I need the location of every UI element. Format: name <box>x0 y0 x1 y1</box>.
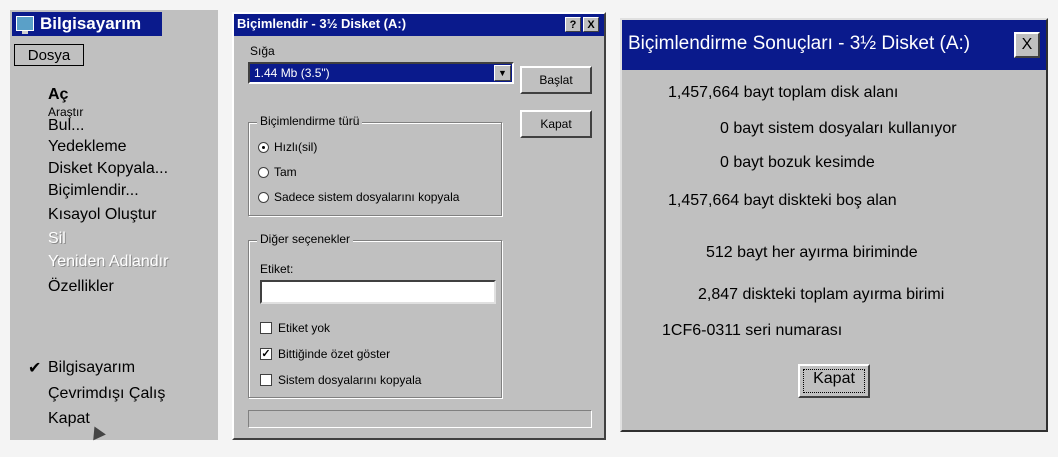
result-system-files: 0 bayt sistem dosyaları kullanıyor <box>720 120 957 137</box>
menu-item-ozellikler[interactable]: Özellikler <box>48 278 114 296</box>
help-button[interactable]: ? <box>565 17 581 32</box>
dialog-title-bar: Biçimlendir - 3½ Disket (A:) ? X <box>234 14 604 36</box>
menu-item-disket-kopyala[interactable]: Disket Kopyala... <box>48 160 168 178</box>
result-free-space: 1,457,664 bayt diskteki boş alan <box>668 192 897 209</box>
checkbox-copy-system[interactable] <box>260 374 272 386</box>
window-title-bar: Bilgisayarım <box>12 12 162 36</box>
menu-item-bilgisayarim[interactable]: Bilgisayarım <box>48 359 135 377</box>
dosya-menu-panel: Bilgisayarım Dosya Aç Araştır Bul... Yed… <box>10 10 218 441</box>
format-type-group-label: Biçimlendirme türü <box>257 114 363 128</box>
title-close-button[interactable]: X <box>583 17 599 32</box>
menu-item-kapat[interactable]: Kapat <box>48 410 90 428</box>
menu-item-bicimlendir[interactable]: Biçimlendir... <box>48 182 139 200</box>
label-input[interactable] <box>260 280 496 304</box>
results-title: Biçimlendirme Sonuçları - 3½ Disket (A:) <box>628 33 971 54</box>
results-title-bar: Biçimlendirme Sonuçları - 3½ Disket (A:)… <box>622 20 1046 70</box>
capacity-value: 1.44 Mb (3.5") <box>254 66 330 80</box>
capacity-dropdown[interactable]: 1.44 Mb (3.5") ▼ <box>248 62 514 84</box>
menu-item-kisayol-olustur[interactable]: Kısayol Oluştur <box>48 206 156 224</box>
radio-quick-label: Hızlı(sil) <box>274 140 318 154</box>
results-close-button[interactable]: X <box>1014 32 1040 58</box>
result-bad-sectors: 0 bayt bozuk kesimde <box>720 154 875 171</box>
result-total-allocation-units: 2,847 diskteki toplam ayırma birimi <box>698 286 945 303</box>
menu-item-yeniden-adlandir: Yeniden Adlandır <box>48 253 169 270</box>
label-field-label: Etiket: <box>260 262 294 276</box>
menu-item-sil: Sil <box>48 230 66 247</box>
close-button[interactable]: Kapat <box>520 110 592 138</box>
dosya-menu-header[interactable]: Dosya <box>14 44 84 66</box>
menu-item-cevrimdisi-calis[interactable]: Çevrimdışı Çalış <box>48 385 165 403</box>
result-serial-number: 1CF6-0311 seri numarası <box>662 322 843 339</box>
menu-item-bul[interactable]: Bul... <box>48 117 84 135</box>
radio-quick[interactable] <box>258 142 269 153</box>
result-allocation-unit-size: 512 bayt her ayırma biriminde <box>706 244 918 261</box>
capacity-label: Sığa <box>250 44 275 58</box>
my-computer-icon <box>16 16 34 34</box>
radio-system-only-label: Sadece sistem dosyalarını kopyala <box>274 190 460 204</box>
results-ok-button[interactable]: Kapat <box>798 364 870 398</box>
progress-bar <box>248 410 592 428</box>
format-results-dialog: Biçimlendirme Sonuçları - 3½ Disket (A:)… <box>620 18 1048 432</box>
window-title: Bilgisayarım <box>40 14 142 33</box>
menu-item-yedekleme[interactable]: Yedekleme <box>48 138 127 156</box>
radio-full[interactable] <box>258 167 269 178</box>
checkbox-no-label[interactable] <box>260 322 272 334</box>
dialog-title: Biçimlendir - 3½ Disket (A:) <box>237 16 407 31</box>
start-button[interactable]: Başlat <box>520 66 592 94</box>
checkbox-copy-system-text: Sistem dosyalarını kopyala <box>278 373 422 387</box>
format-dialog: Biçimlendir - 3½ Disket (A:) ? X Sığa 1.… <box>232 12 606 440</box>
chevron-down-icon[interactable]: ▼ <box>494 65 511 81</box>
menu-item-ac[interactable]: Aç <box>48 86 68 104</box>
checkbox-no-label-text: Etiket yok <box>278 321 331 335</box>
checkbox-show-summary-text: Bittiğinde özet göster <box>278 347 391 361</box>
result-total-space: 1,457,664 bayt toplam disk alanı <box>668 84 899 101</box>
checkmark-icon: ✔ <box>28 360 42 377</box>
mouse-cursor-icon <box>88 423 106 441</box>
checkbox-show-summary[interactable]: ✓ <box>260 348 272 360</box>
radio-full-label: Tam <box>274 165 297 179</box>
radio-system-only[interactable] <box>258 192 269 203</box>
other-options-group-label: Diğer seçenekler <box>257 232 354 246</box>
